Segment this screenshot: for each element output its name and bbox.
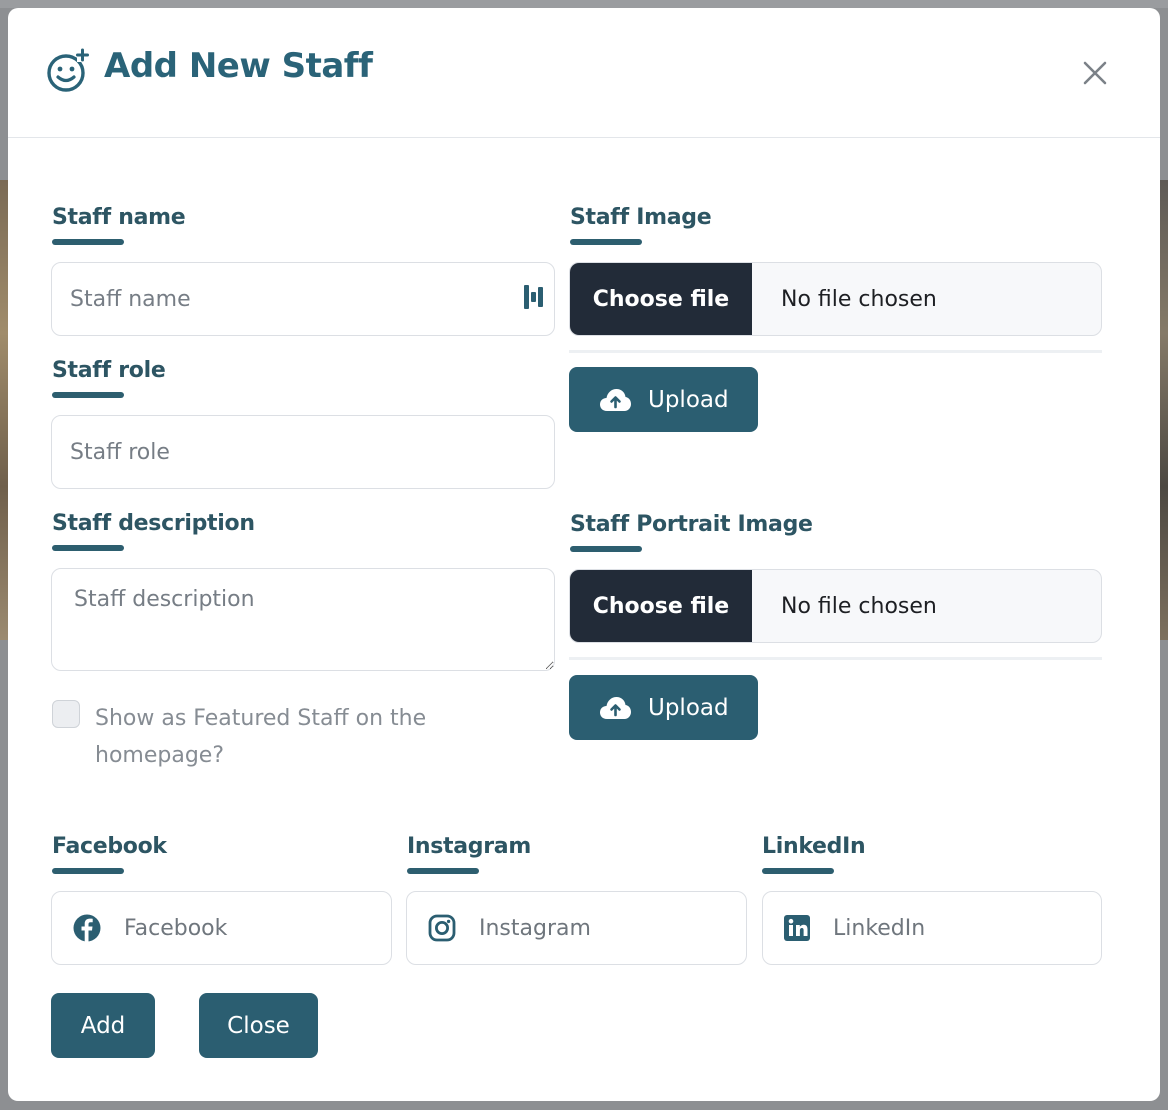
file-status-text: No file chosen: [781, 286, 937, 312]
divider: [569, 657, 1102, 660]
linkedin-icon: [784, 915, 810, 941]
instagram-field[interactable]: [406, 891, 747, 965]
label-underline: [570, 239, 642, 245]
linkedin-label: LinkedIn: [762, 834, 866, 859]
cloud-upload-icon: [600, 388, 631, 411]
facebook-label: Facebook: [52, 834, 167, 859]
cloud-upload-icon: [600, 696, 631, 719]
facebook-input[interactable]: [124, 915, 344, 941]
instagram-label: Instagram: [407, 834, 531, 859]
label-underline: [52, 239, 124, 245]
facebook-icon: [73, 914, 101, 942]
staff-portrait-file-input[interactable]: Choose file No file chosen: [569, 569, 1102, 643]
add-person-smile-icon: [47, 48, 89, 92]
facebook-field[interactable]: [51, 891, 392, 965]
label-underline: [52, 868, 124, 874]
label-underline: [52, 545, 124, 551]
backdrop-photo-right: [1160, 180, 1168, 640]
label-underline: [407, 868, 479, 874]
page-backdrop-top: [0, 0, 1168, 8]
staff-role-input[interactable]: [51, 415, 555, 489]
linkedin-input[interactable]: [833, 915, 1053, 941]
featured-staff-label: Show as Featured Staff on the homepage?: [95, 706, 427, 768]
instagram-input[interactable]: [479, 915, 699, 941]
label-underline: [52, 392, 124, 398]
staff-image-label: Staff Image: [570, 205, 712, 230]
staff-portrait-image-label: Staff Portrait Image: [570, 512, 813, 537]
file-status-text: No file chosen: [781, 593, 937, 619]
close-button[interactable]: Close: [199, 993, 318, 1058]
close-icon[interactable]: [1079, 57, 1111, 89]
staff-name-input[interactable]: [51, 262, 555, 336]
staff-description-label: Staff description: [52, 511, 255, 536]
password-manager-icon[interactable]: [523, 283, 545, 311]
instagram-icon: [428, 914, 456, 942]
linkedin-field[interactable]: [762, 891, 1102, 965]
add-button[interactable]: Add: [51, 993, 155, 1058]
modal-header: Add New Staff: [8, 8, 1160, 138]
upload-portrait-image-button[interactable]: Upload: [569, 675, 758, 740]
upload-label: Upload: [648, 694, 729, 721]
featured-staff-checkbox[interactable]: [52, 700, 80, 728]
label-underline: [570, 546, 642, 552]
divider: [569, 350, 1102, 353]
backdrop-photo-left: [0, 180, 8, 640]
label-underline: [762, 868, 834, 874]
choose-file-button[interactable]: Choose file: [570, 263, 752, 335]
modal-title: Add New Staff: [104, 46, 373, 86]
choose-file-button[interactable]: Choose file: [570, 570, 752, 642]
staff-role-label: Staff role: [52, 358, 166, 383]
add-staff-modal: Add New Staff Staff name Staff role Staf…: [8, 8, 1160, 1101]
upload-staff-image-button[interactable]: Upload: [569, 367, 758, 432]
staff-description-textarea[interactable]: [51, 568, 555, 671]
upload-label: Upload: [648, 386, 729, 413]
staff-name-label: Staff name: [52, 205, 186, 230]
staff-image-file-input[interactable]: Choose file No file chosen: [569, 262, 1102, 336]
